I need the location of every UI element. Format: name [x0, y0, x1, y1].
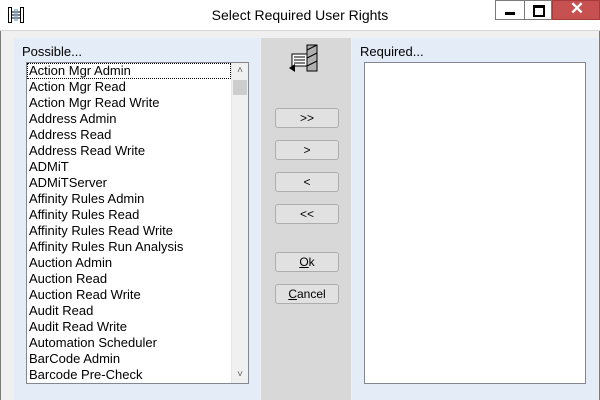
minimize-icon	[505, 12, 515, 15]
required-listbox[interactable]	[364, 62, 586, 384]
scroll-down-icon[interactable]: ˅	[232, 367, 248, 383]
close-button[interactable]: ✕	[552, 0, 600, 20]
cancel-label-rest: ancel	[296, 287, 326, 301]
maximize-button[interactable]	[525, 0, 552, 20]
possible-list-item[interactable]: Address Read	[27, 127, 231, 143]
possible-list-item[interactable]: Audit Read Write	[27, 319, 231, 335]
close-icon: ✕	[569, 0, 585, 18]
scroll-thumb[interactable]	[233, 80, 247, 95]
possible-list-item[interactable]: Action Mgr Read	[27, 79, 231, 95]
remove-all-button[interactable]: <<	[275, 204, 339, 224]
scroll-up-icon[interactable]: ˄	[232, 63, 248, 79]
possible-list-items: Action Mgr Admin Action Mgr Read Action Mg…	[27, 63, 231, 383]
add-button[interactable]: >	[275, 140, 339, 160]
possible-list-item[interactable]: Action Mgr Read Write	[27, 95, 231, 111]
possible-list-item[interactable]: Barcode Pre-Check	[27, 367, 231, 383]
possible-list-item[interactable]: Affinity Rules Read Write	[27, 223, 231, 239]
possible-list-item[interactable]: BarCode Admin	[27, 351, 231, 367]
cancel-mnemonic: C	[288, 287, 297, 301]
ok-button[interactable]: Ok	[275, 252, 339, 272]
possible-list-item[interactable]: Action Mgr Admin	[27, 63, 231, 79]
add-all-button[interactable]: >>	[275, 108, 339, 128]
possible-list-item[interactable]: Automation Scheduler	[27, 335, 231, 351]
possible-scrollbar[interactable]: ˄ ˅	[231, 63, 248, 383]
maximize-icon	[533, 5, 545, 17]
possible-list-item[interactable]: Auction Read	[27, 271, 231, 287]
possible-listbox[interactable]: Action Mgr Admin Action Mgr Read Action Mg…	[26, 62, 249, 384]
ok-mnemonic: O	[299, 255, 309, 269]
possible-list-item[interactable]: Affinity Rules Read	[27, 207, 231, 223]
possible-list-item[interactable]: ADMiTServer	[27, 175, 231, 191]
minimize-button[interactable]	[495, 0, 525, 20]
possible-list-item[interactable]: ADMiT	[27, 159, 231, 175]
possible-list-item[interactable]: Address Admin	[27, 111, 231, 127]
possible-list-item[interactable]: Address Read Write	[27, 143, 231, 159]
cancel-button[interactable]: Cancel	[275, 284, 339, 304]
title-bar: Select Required User Rights ✕	[0, 0, 600, 31]
possible-list-item[interactable]: Affinity Rules Admin	[27, 191, 231, 207]
possible-list-item[interactable]: Audit Read	[27, 303, 231, 319]
remove-button[interactable]: <	[275, 172, 339, 192]
possible-list-item[interactable]: Auction Admin	[27, 255, 231, 271]
possible-label: Possible...	[22, 44, 82, 59]
ok-label-rest: k	[308, 255, 315, 269]
required-label: Required...	[360, 44, 424, 59]
possible-list-item[interactable]: Affinity Rules Run Analysis	[27, 239, 231, 255]
transfer-list-icon	[289, 44, 318, 72]
possible-list-item[interactable]: Auction Read Write	[27, 287, 231, 303]
